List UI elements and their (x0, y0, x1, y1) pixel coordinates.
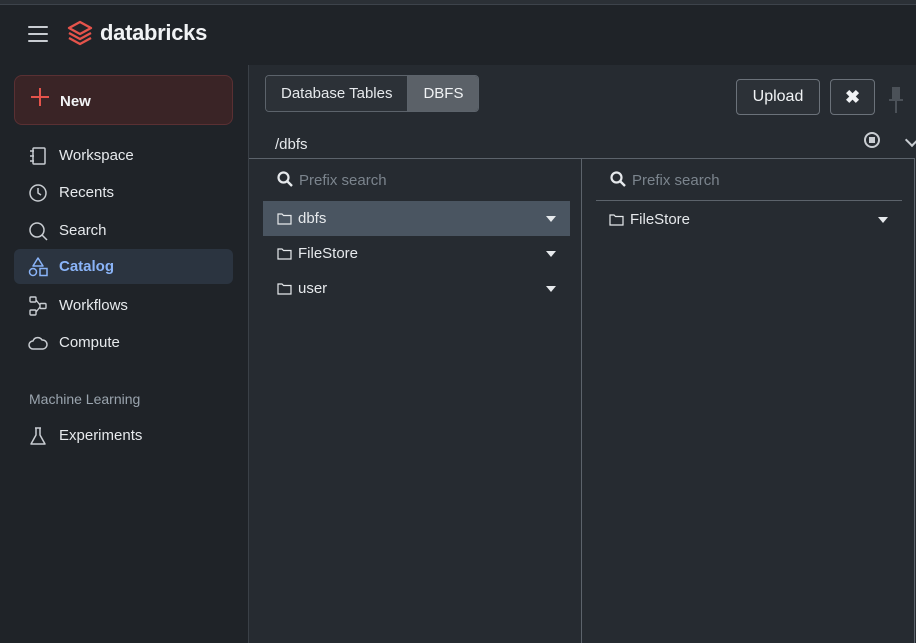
search-icon (29, 222, 48, 241)
databricks-logo-icon (67, 20, 93, 46)
folder-icon (277, 248, 292, 260)
folder-icon (609, 214, 624, 226)
prefix-search-2 (596, 159, 902, 201)
workflows-icon (29, 296, 47, 316)
sidebar-item-label: Compute (59, 334, 120, 351)
list-item-label: FileStore (298, 245, 359, 262)
folder-icon (277, 213, 292, 225)
list-item-label: FileStore (630, 211, 691, 228)
section-label-machine-learning: Machine Learning (29, 391, 141, 407)
search-icon (610, 171, 626, 187)
sidebar-item-label: Workspace (59, 147, 134, 164)
sidebar-item-label: Experiments (59, 427, 143, 444)
sidebar-item-experiments[interactable]: Experiments (14, 418, 233, 453)
close-button[interactable]: ✖ (830, 79, 875, 115)
dbfs-browser-panel: Database Tables DBFS Upload ✖ /dbfs dbfs (248, 65, 916, 643)
sidebar-item-workspace[interactable]: Workspace (14, 138, 233, 173)
pin-icon[interactable] (889, 85, 903, 115)
list-item-filestore[interactable]: FileStore (595, 202, 902, 237)
sidebar-item-search[interactable]: Search (14, 213, 233, 248)
current-path: /dbfs (275, 136, 308, 153)
flask-icon (30, 427, 46, 445)
search-icon (277, 171, 293, 187)
brand-name: databricks (100, 20, 208, 45)
browser-column-1: dbfs FileStore user (249, 159, 582, 643)
prefix-search-input[interactable] (632, 167, 882, 193)
list-item-user[interactable]: user (263, 271, 570, 306)
file-browser: dbfs FileStore user (249, 158, 915, 643)
folder-icon (277, 283, 292, 295)
list-item-label: dbfs (298, 210, 327, 227)
sidebar-item-label: Catalog (59, 258, 115, 275)
prefix-search-input[interactable] (299, 167, 549, 193)
source-tabs: Database Tables DBFS (265, 75, 480, 112)
caret-down-icon[interactable] (546, 251, 556, 257)
sidebar-item-label: Recents (59, 184, 115, 201)
hamburger-menu-icon[interactable] (28, 26, 48, 44)
list-item-dbfs[interactable]: dbfs (263, 201, 570, 236)
upload-button[interactable]: Upload (736, 79, 820, 115)
top-header: databricks (0, 5, 916, 65)
plus-icon (31, 88, 49, 106)
tab-database-tables[interactable]: Database Tables (266, 76, 408, 111)
sidebar-item-label: Workflows (59, 297, 128, 314)
new-button-label: New (60, 93, 91, 110)
caret-down-icon[interactable] (546, 286, 556, 292)
catalog-icon (28, 257, 48, 277)
caret-down-icon[interactable] (878, 217, 888, 223)
sidebar: New Workspace Recents Search Catalog Wor… (0, 65, 248, 643)
sidebar-item-workflows[interactable]: Workflows (14, 288, 233, 323)
prefix-search-1 (263, 159, 570, 201)
cloud-icon (28, 336, 48, 350)
stop-icon[interactable] (864, 132, 880, 148)
sidebar-item-label: Search (59, 222, 107, 239)
new-button[interactable]: New (14, 75, 233, 125)
databricks-logo[interactable]: databricks (67, 20, 207, 46)
caret-down-icon[interactable] (546, 216, 556, 222)
sidebar-item-catalog[interactable]: Catalog (14, 249, 233, 284)
chevron-down-icon[interactable] (904, 132, 916, 148)
clock-icon (29, 184, 47, 202)
list-item-filestore[interactable]: FileStore (263, 236, 570, 271)
sidebar-item-compute[interactable]: Compute (14, 325, 233, 360)
tab-dbfs[interactable]: DBFS (407, 76, 479, 111)
browser-column-2: FileStore (582, 159, 915, 643)
sidebar-item-recents[interactable]: Recents (14, 175, 233, 210)
workspace-icon (30, 147, 46, 165)
list-item-label: user (298, 280, 328, 297)
